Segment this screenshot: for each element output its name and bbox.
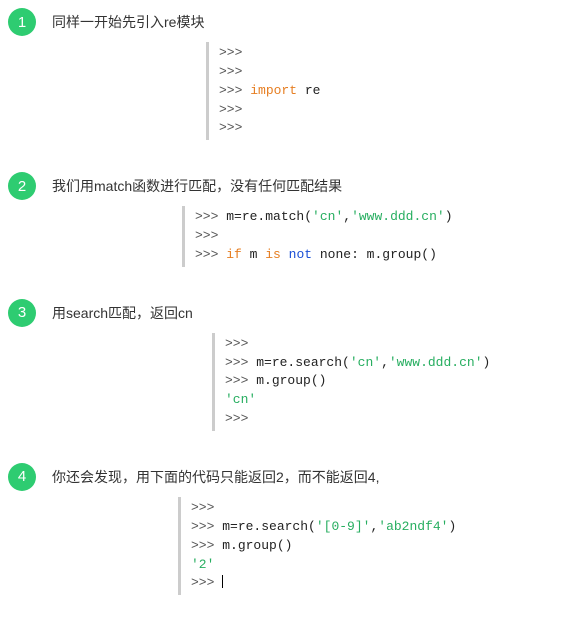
code-line: >>> import re xyxy=(219,82,562,101)
code-line: >>> xyxy=(225,335,562,354)
code-token: 'ab2ndf4' xyxy=(378,519,448,534)
code-token: m xyxy=(242,247,265,262)
step-body: 同样一开始先引入re模块>>>>>>>>> import re>>>>>> xyxy=(52,12,562,140)
code-line: >>> xyxy=(219,101,562,120)
code-token: >>> xyxy=(195,209,226,224)
code-block: >>>>>> m=re.search('[0-9]','ab2ndf4')>>>… xyxy=(178,497,562,595)
step-1: 1同样一开始先引入re模块>>>>>>>>> import re>>>>>> xyxy=(8,12,562,140)
step-body: 我们用match函数进行匹配，没有任何匹配结果 >>> m=re.match('c… xyxy=(52,176,562,267)
code-block: >>> m=re.match('cn','www.ddd.cn')>>>>>> … xyxy=(182,206,562,267)
code-token: >>> xyxy=(219,64,242,79)
code-token: m.group() xyxy=(222,538,292,553)
code-token: >>> xyxy=(191,500,214,515)
code-line: >>> xyxy=(219,63,562,82)
code-token: 'cn' xyxy=(350,355,381,370)
step-title: 同样一开始先引入re模块 xyxy=(52,12,562,32)
code-line: >>> xyxy=(219,119,562,138)
code-token: 'www.ddd.cn' xyxy=(351,209,445,224)
code-line: >>> m.group() xyxy=(191,537,562,556)
code-token: >>> xyxy=(191,575,222,590)
code-token: ) xyxy=(483,355,491,370)
code-token: '2' xyxy=(191,557,214,572)
code-token: >>> xyxy=(191,538,222,553)
text-cursor xyxy=(222,575,223,588)
code-line: '2' xyxy=(191,556,562,575)
step-title: 用search匹配，返回cn xyxy=(52,303,562,323)
code-token: >>> xyxy=(191,519,222,534)
code-token: is xyxy=(265,247,281,262)
code-line: 'cn' xyxy=(225,391,562,410)
code-line: >>> xyxy=(219,44,562,63)
code-line: >>> if m is not none: m.group() xyxy=(195,246,562,265)
code-line: >>> xyxy=(191,499,562,518)
code-block: >>>>>>>>> import re>>>>>> xyxy=(206,42,562,140)
code-token: >>> xyxy=(219,83,250,98)
code-token: none: m.group() xyxy=(312,247,437,262)
step-body: 用search匹配，返回cn>>>>>> m=re.search('cn','w… xyxy=(52,303,562,431)
step-body: 你还会发现，用下面的代码只能返回2，而不能返回4,>>>>>> m=re.sea… xyxy=(52,467,562,595)
step-3: 3用search匹配，返回cn>>>>>> m=re.search('cn','… xyxy=(8,303,562,431)
step-2: 2我们用match函数进行匹配，没有任何匹配结果>>> m=re.match('… xyxy=(8,176,562,267)
code-token: m=re.match( xyxy=(226,209,312,224)
code-token xyxy=(281,247,289,262)
step-title: 你还会发现，用下面的代码只能返回2，而不能返回4, xyxy=(52,467,562,487)
code-line: >>> m=re.search('[0-9]','ab2ndf4') xyxy=(191,518,562,537)
code-token: if xyxy=(226,247,242,262)
code-line: >>> m.group() xyxy=(225,372,562,391)
code-token: not xyxy=(289,247,312,262)
code-token: >>> xyxy=(225,336,248,351)
code-token: '[0-9]' xyxy=(316,519,371,534)
code-line: >>> xyxy=(191,574,562,593)
code-line: >>> m=re.search('cn','www.ddd.cn') xyxy=(225,354,562,373)
code-token: re xyxy=(297,83,320,98)
code-token: >>> xyxy=(225,355,256,370)
code-token: >>> xyxy=(195,247,226,262)
code-token: m.group() xyxy=(256,373,326,388)
code-token: >>> xyxy=(225,373,256,388)
step-4: 4你还会发现，用下面的代码只能返回2，而不能返回4,>>>>>> m=re.se… xyxy=(8,467,562,595)
code-token: , xyxy=(343,209,351,224)
step-badge: 4 xyxy=(8,463,36,491)
code-line: >>> xyxy=(225,410,562,429)
step-title: 我们用match函数进行匹配，没有任何匹配结果 xyxy=(52,176,562,196)
code-token: >>> xyxy=(195,228,218,243)
code-token: 'www.ddd.cn' xyxy=(389,355,483,370)
code-line: >>> xyxy=(195,227,562,246)
step-badge: 1 xyxy=(8,8,36,36)
code-token: 'cn' xyxy=(225,392,256,407)
step-badge: 3 xyxy=(8,299,36,327)
code-block: >>>>>> m=re.search('cn','www.ddd.cn')>>>… xyxy=(212,333,562,431)
code-token: >>> xyxy=(219,45,242,60)
code-token: 'cn' xyxy=(312,209,343,224)
code-token: ) xyxy=(448,519,456,534)
code-token: >>> xyxy=(225,411,248,426)
step-badge: 2 xyxy=(8,172,36,200)
code-token: , xyxy=(381,355,389,370)
code-token: m=re.search( xyxy=(222,519,316,534)
code-token: >>> xyxy=(219,120,242,135)
code-token: m=re.search( xyxy=(256,355,350,370)
code-token: >>> xyxy=(219,102,242,117)
code-token: ) xyxy=(445,209,453,224)
code-token: import xyxy=(250,83,297,98)
code-line: >>> m=re.match('cn','www.ddd.cn') xyxy=(195,208,562,227)
